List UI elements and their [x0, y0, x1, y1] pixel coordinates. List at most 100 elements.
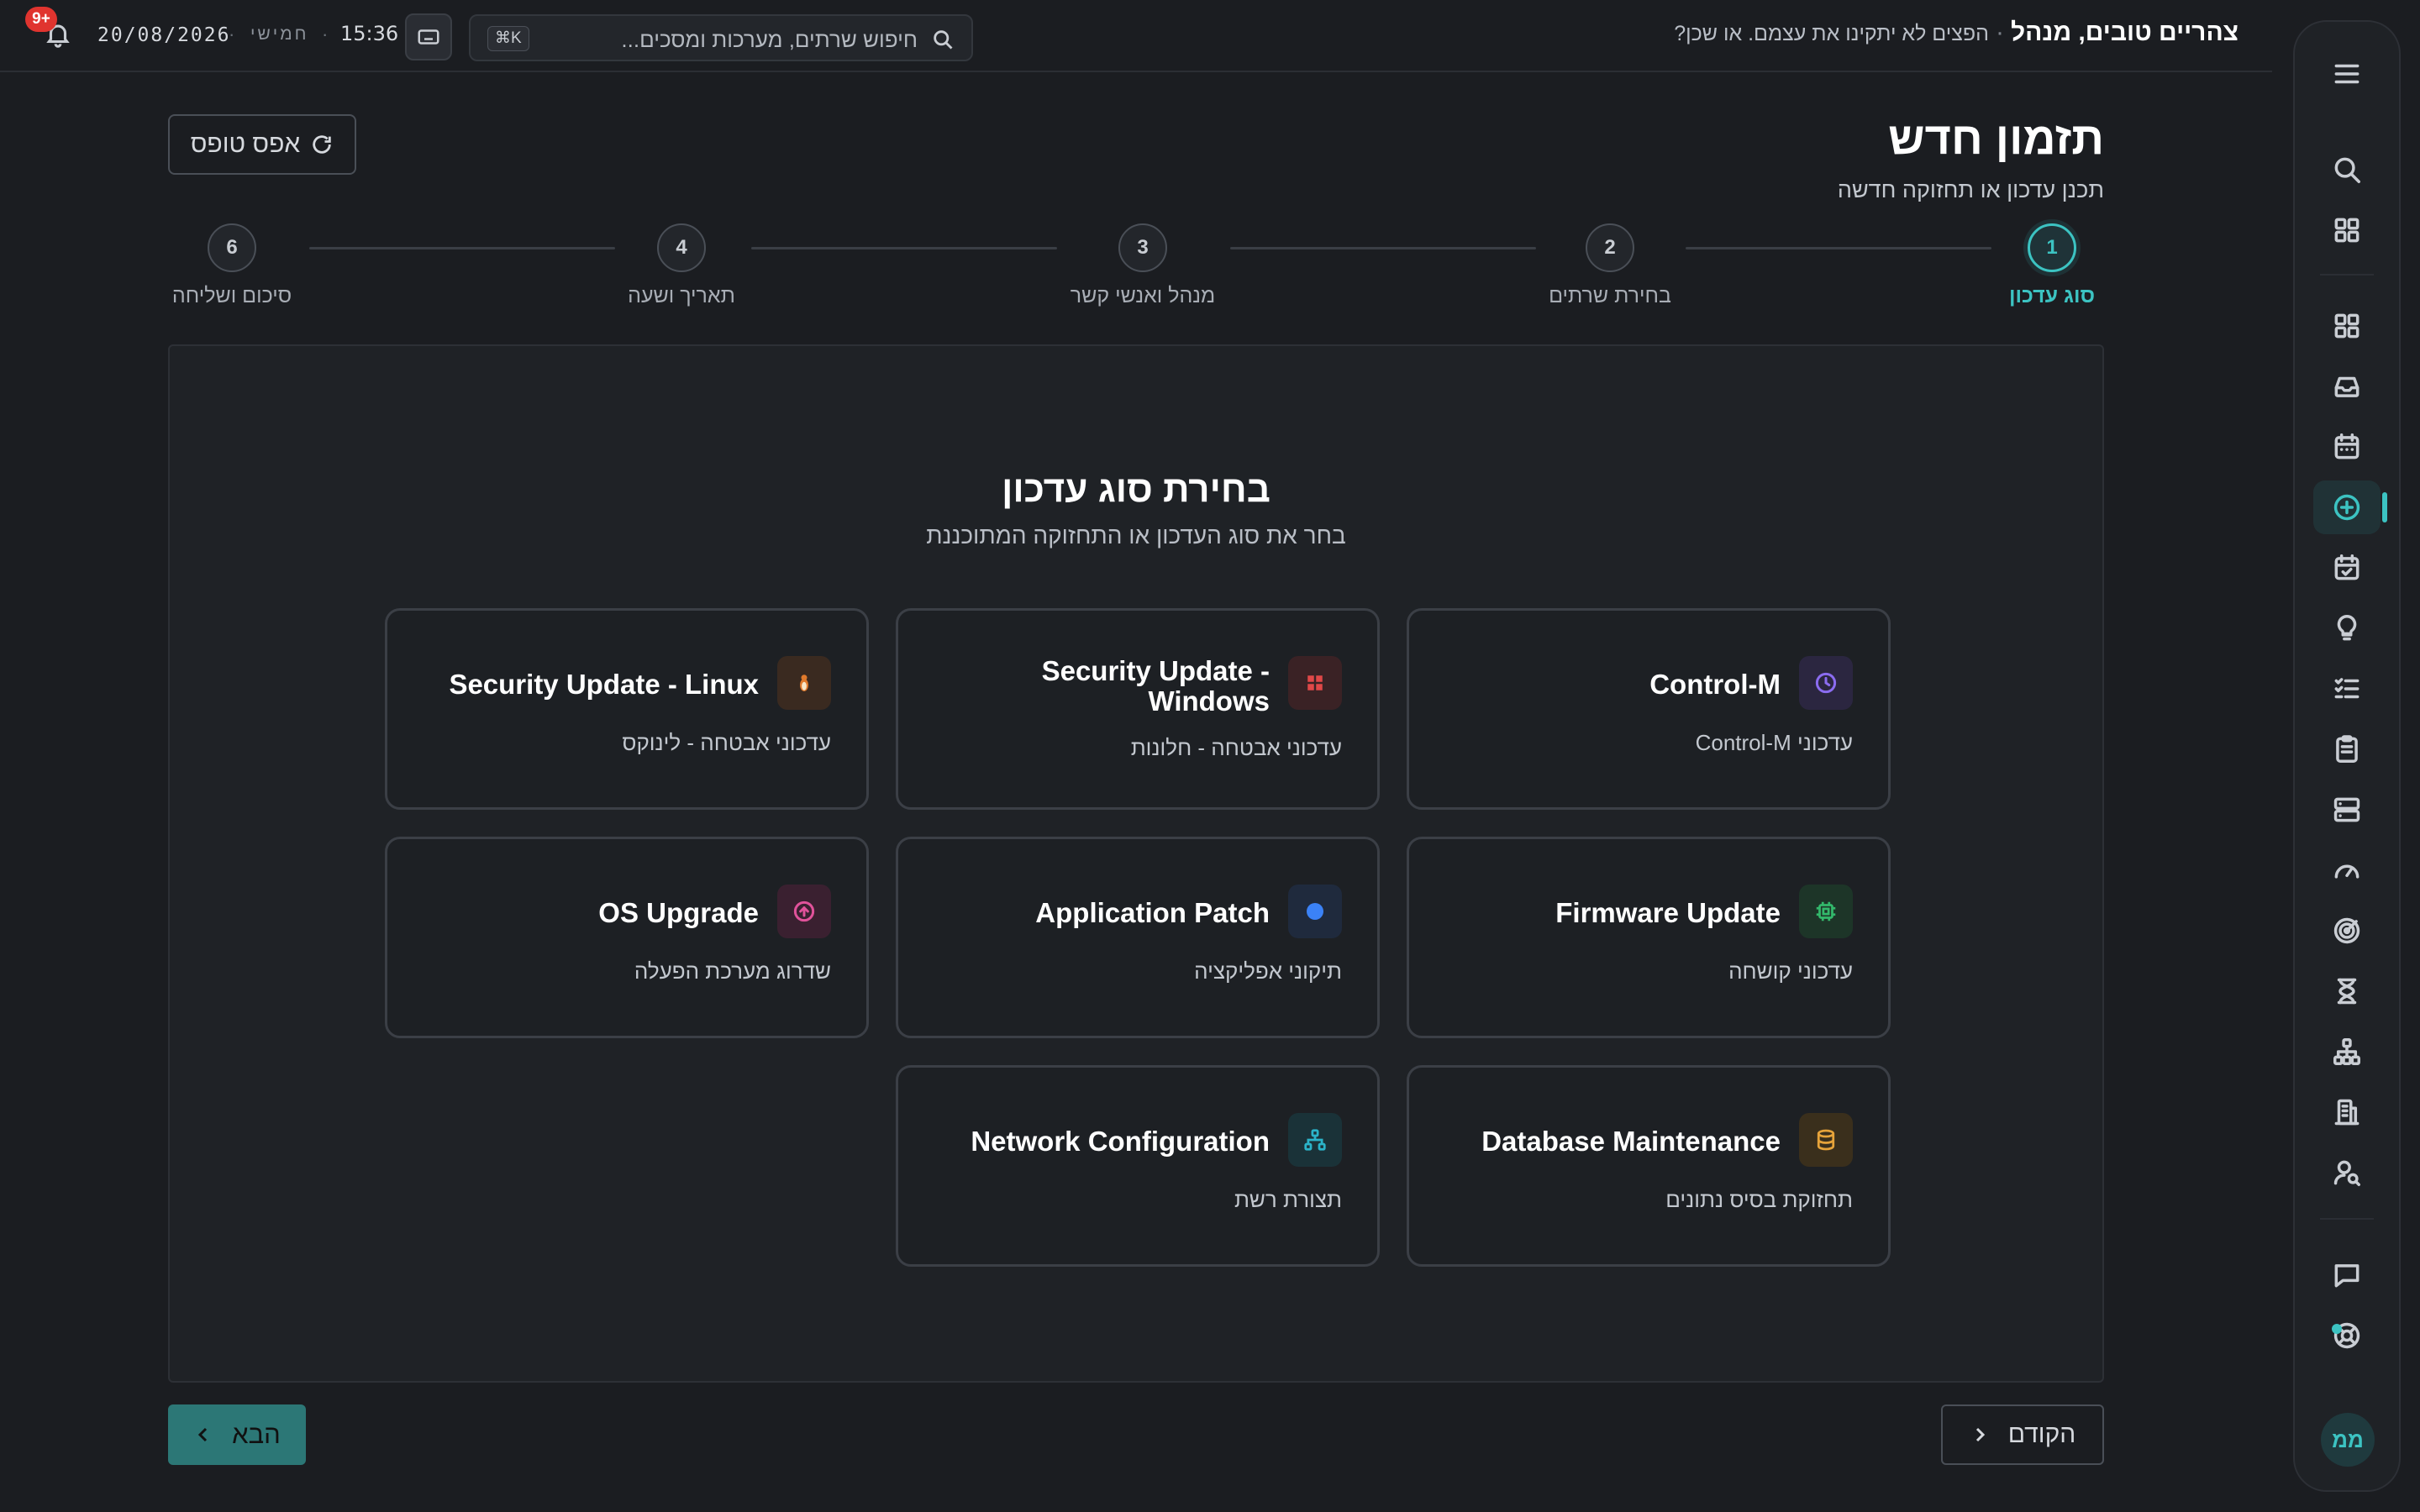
- next-button[interactable]: הבא: [168, 1404, 306, 1465]
- previous-button[interactable]: הקודם: [1941, 1404, 2104, 1465]
- update-type-panel: בחירת סוג עדכון בחר את סוג העדכון או התח…: [168, 344, 2104, 1383]
- gauge-icon: [2334, 864, 2360, 879]
- sidebar-item-ideas[interactable]: [2313, 601, 2381, 655]
- option-database-maintenance[interactable]: Database Maintenance תחזוקת בסיס נתונים: [1407, 1065, 1891, 1267]
- keyboard-icon: [418, 29, 439, 45]
- sidebar-item-dashboard[interactable]: [2313, 299, 2381, 353]
- sidebar-item-organization[interactable]: [2313, 1085, 2381, 1139]
- section-title: בחירת סוג עדכון: [1002, 469, 1270, 510]
- option-security-linux[interactable]: Security Update - Linux עדכוני אבטחה - ל…: [385, 608, 869, 810]
- server-icon: [2333, 797, 2360, 822]
- chevron-right-icon: [1975, 1427, 1985, 1442]
- wizard-stepper: 1 סוג עדכון 2 בחירת שרתים 3 מנהל ואנשי ק…: [168, 223, 2104, 316]
- option-network-configuration[interactable]: Network Configuration תצורת רשת: [896, 1065, 1380, 1267]
- option-description: עדכוני אבטחה - חלונות: [1130, 735, 1342, 760]
- weekday: חמישי: [250, 24, 309, 44]
- chevron-left-icon: [198, 1427, 208, 1442]
- sidebar-item-history[interactable]: [2313, 964, 2381, 1018]
- inbox-icon: [2334, 376, 2360, 397]
- option-title: Application Patch: [1035, 897, 1270, 928]
- option-title: Firmware Update: [1555, 897, 1781, 928]
- sidebar-item-tasks[interactable]: [2313, 662, 2381, 716]
- option-description: תחזוקת בסיס נתונים: [1665, 1187, 1853, 1212]
- option-description: עדכוני קושחה: [1728, 958, 1853, 984]
- clock-time: 15:36: [340, 22, 399, 45]
- option-title: Database Maintenance: [1481, 1126, 1781, 1157]
- hourglass-icon: [2337, 978, 2357, 1005]
- search-icon: [931, 28, 955, 51]
- previous-label: הקודם: [2007, 1420, 2076, 1448]
- option-control-m[interactable]: Control-M עדכוני Control-M: [1407, 608, 1891, 810]
- sidebar-divider: [2320, 274, 2374, 276]
- notifications-badge: 9+: [25, 7, 57, 32]
- sidebar-item-scheduled[interactable]: [2313, 541, 2381, 595]
- sidebar-item-servers[interactable]: [2313, 783, 2381, 837]
- sidebar-item-calendar[interactable]: [2313, 420, 2381, 474]
- sidebar-item-inbox[interactable]: [2313, 360, 2381, 413]
- sidebar-item-new-schedule[interactable]: [2313, 480, 2387, 534]
- step-update-type[interactable]: 1 סוג עדכון: [1951, 223, 2153, 308]
- option-description: עדכוני Control-M: [1695, 730, 1853, 755]
- sidebar-menu-toggle[interactable]: [2313, 47, 2381, 101]
- clipboard-icon: [2336, 735, 2358, 763]
- option-application-patch[interactable]: Application Patch תיקוני אפליקציה: [896, 837, 1380, 1038]
- step-number: 3: [1118, 223, 1167, 272]
- step-connector: [309, 247, 615, 249]
- step-date-time[interactable]: 4 תאריך ושעה: [581, 223, 782, 308]
- step-manager-contacts[interactable]: 3 מנהל ואנשי קשר: [1042, 223, 1244, 308]
- sitemap-icon: [2333, 1038, 2360, 1065]
- time-separator: ·: [322, 24, 329, 45]
- page-title: תזמון חדש: [1888, 113, 2104, 164]
- global-search[interactable]: חיפוש שרתים, מערכות ומסכים... ⌘K: [469, 14, 973, 61]
- step-number: 6: [208, 223, 256, 272]
- step-label: מנהל ואנשי קשר: [1070, 284, 1216, 307]
- dashboard-icon: [2334, 313, 2360, 339]
- linux-icon: [777, 656, 831, 710]
- current-date: 20/08/2026: [97, 24, 231, 46]
- greeting-separator: ·: [1995, 18, 2004, 46]
- option-os-upgrade[interactable]: OS Upgrade שדרוג מערכת הפעלה: [385, 837, 869, 1038]
- reset-form-label: אפס טופס: [190, 130, 301, 158]
- sidebar-item-performance[interactable]: [2313, 843, 2381, 897]
- search-icon: [2334, 157, 2360, 183]
- support-status-dot: [2332, 1324, 2342, 1334]
- option-title: Security Update - Linux: [449, 669, 759, 700]
- sidebar-item-contacts[interactable]: [2313, 1146, 2381, 1200]
- sidebar-item-chat[interactable]: [2313, 1248, 2381, 1302]
- step-connector: [751, 247, 1057, 249]
- active-indicator: [2382, 492, 2387, 522]
- step-connector: [1230, 247, 1536, 249]
- section-subtitle: בחר את סוג העדכון או התחזוקה המתוכננת: [926, 522, 1346, 549]
- add-circle-icon: [2333, 494, 2360, 521]
- greeting-tagline: הפצים לא יתקינו את עצמם. או שכן?: [1674, 22, 1989, 45]
- option-description: שדרוג מערכת הפעלה: [634, 958, 831, 984]
- app-screen: צהריים טובים, מנהל·הפצים לא יתקינו את עצ…: [0, 0, 2420, 1512]
- sidebar-item-search[interactable]: [2313, 143, 2381, 197]
- database-icon: [1799, 1113, 1853, 1167]
- sidebar-item-monitoring[interactable]: [2313, 904, 2381, 958]
- option-title: Network Configuration: [971, 1126, 1270, 1157]
- step-server-selection[interactable]: 2 בחירת שרתים: [1509, 223, 1711, 308]
- keyboard-shortcuts-button[interactable]: [405, 13, 452, 60]
- apps-icon: [2334, 218, 2360, 243]
- option-title: Security Update - Windows: [1041, 655, 1270, 717]
- chip-icon: [1799, 885, 1853, 938]
- user-search-icon: [2333, 1160, 2360, 1186]
- checklist-icon: [2334, 678, 2360, 699]
- search-input[interactable]: חיפוש שרתים, מערכות ומסכים...: [621, 27, 918, 53]
- sidebar-item-support[interactable]: [2313, 1309, 2381, 1362]
- reset-form-button[interactable]: אפס טופס: [168, 114, 356, 175]
- sidebar-item-topology[interactable]: [2313, 1025, 2381, 1079]
- option-security-windows[interactable]: Security Update - Windows עדכוני אבטחה -…: [896, 608, 1380, 810]
- windows-icon: [1288, 656, 1342, 710]
- calendar-check-icon: [2334, 554, 2360, 580]
- step-label: בחירת שרתים: [1549, 284, 1671, 307]
- next-label: הבא: [232, 1420, 281, 1449]
- sidebar-item-apps[interactable]: [2313, 203, 2381, 257]
- avatar[interactable]: ממ: [2321, 1413, 2375, 1467]
- option-firmware-update[interactable]: Firmware Update עדכוני קושחה: [1407, 837, 1891, 1038]
- step-number: 1: [2028, 223, 2076, 272]
- menu-icon: [2334, 64, 2360, 84]
- sidebar-item-reports[interactable]: [2313, 722, 2381, 776]
- step-summary-submit[interactable]: 6 סיכום ושליחה: [131, 223, 333, 308]
